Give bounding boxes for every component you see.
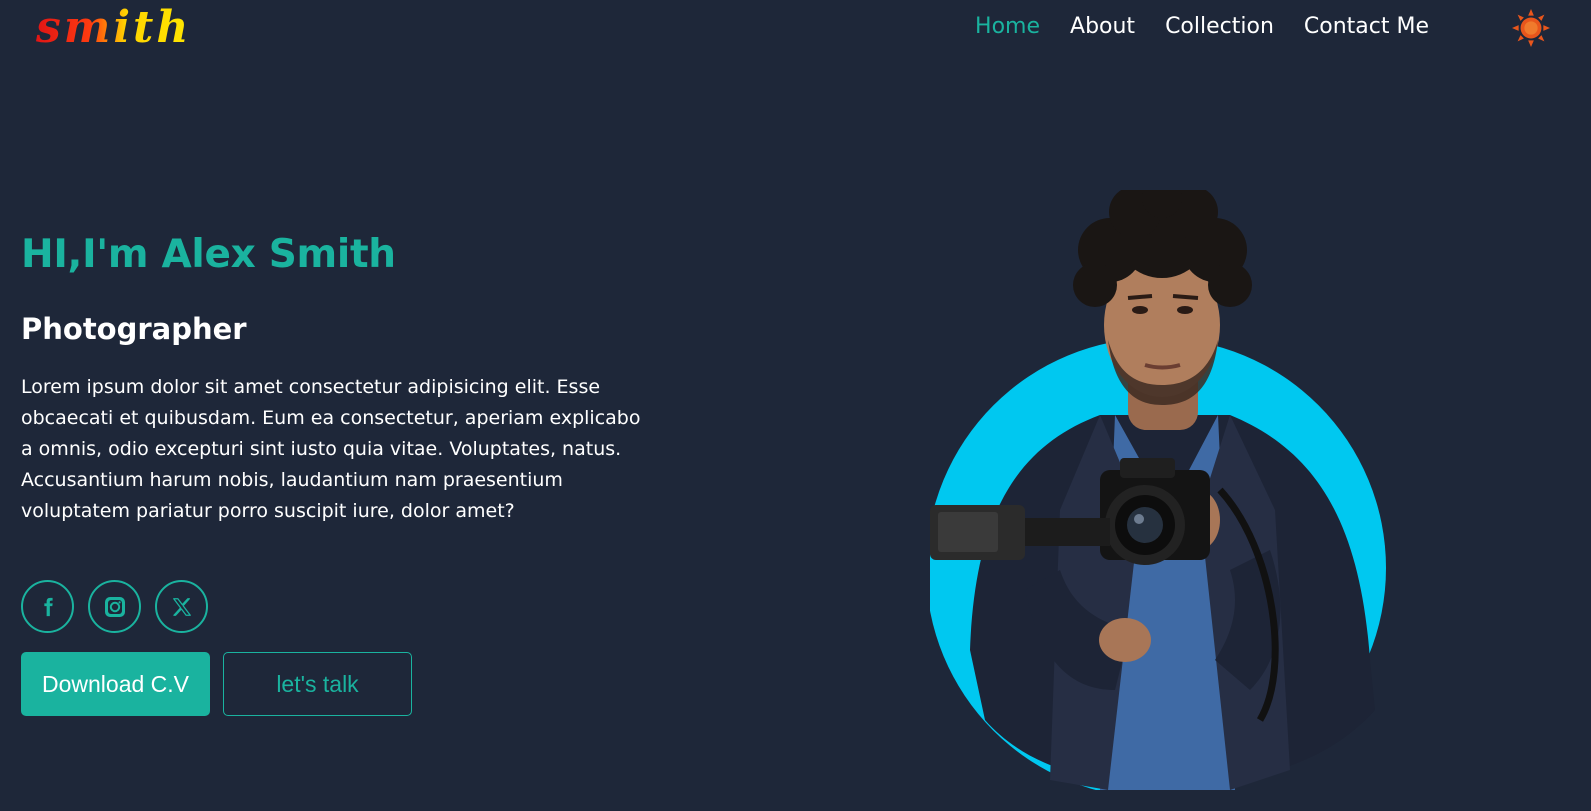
- nav-contact[interactable]: Contact Me: [1304, 10, 1429, 44]
- instagram-icon: [104, 596, 125, 617]
- sun-icon: [1512, 9, 1550, 47]
- facebook-link[interactable]: [21, 580, 74, 633]
- site-logo[interactable]: smith: [36, 2, 191, 54]
- nav-about[interactable]: About: [1070, 10, 1135, 44]
- download-cv-button[interactable]: Download C.V: [21, 652, 210, 716]
- hero-role: Photographer: [21, 312, 247, 346]
- hero-title: HI,I'm Alex Smith: [21, 232, 396, 277]
- lets-talk-button[interactable]: let's talk: [223, 652, 412, 716]
- x-twitter-link[interactable]: [155, 580, 208, 633]
- main-nav: Home About Collection Contact Me: [975, 10, 1429, 44]
- nav-collection[interactable]: Collection: [1165, 10, 1274, 44]
- instagram-link[interactable]: [88, 580, 141, 633]
- nav-home[interactable]: Home: [975, 10, 1040, 44]
- facebook-icon: [43, 597, 53, 616]
- hero-description: Lorem ipsum dolor sit amet consectetur a…: [21, 376, 641, 522]
- page: smith Home About Collection Contact Me H…: [0, 0, 1591, 811]
- photographer-portrait: [926, 178, 1410, 798]
- theme-toggle-button[interactable]: [1511, 8, 1551, 48]
- x-twitter-icon: [172, 597, 191, 616]
- social-links: [21, 580, 208, 633]
